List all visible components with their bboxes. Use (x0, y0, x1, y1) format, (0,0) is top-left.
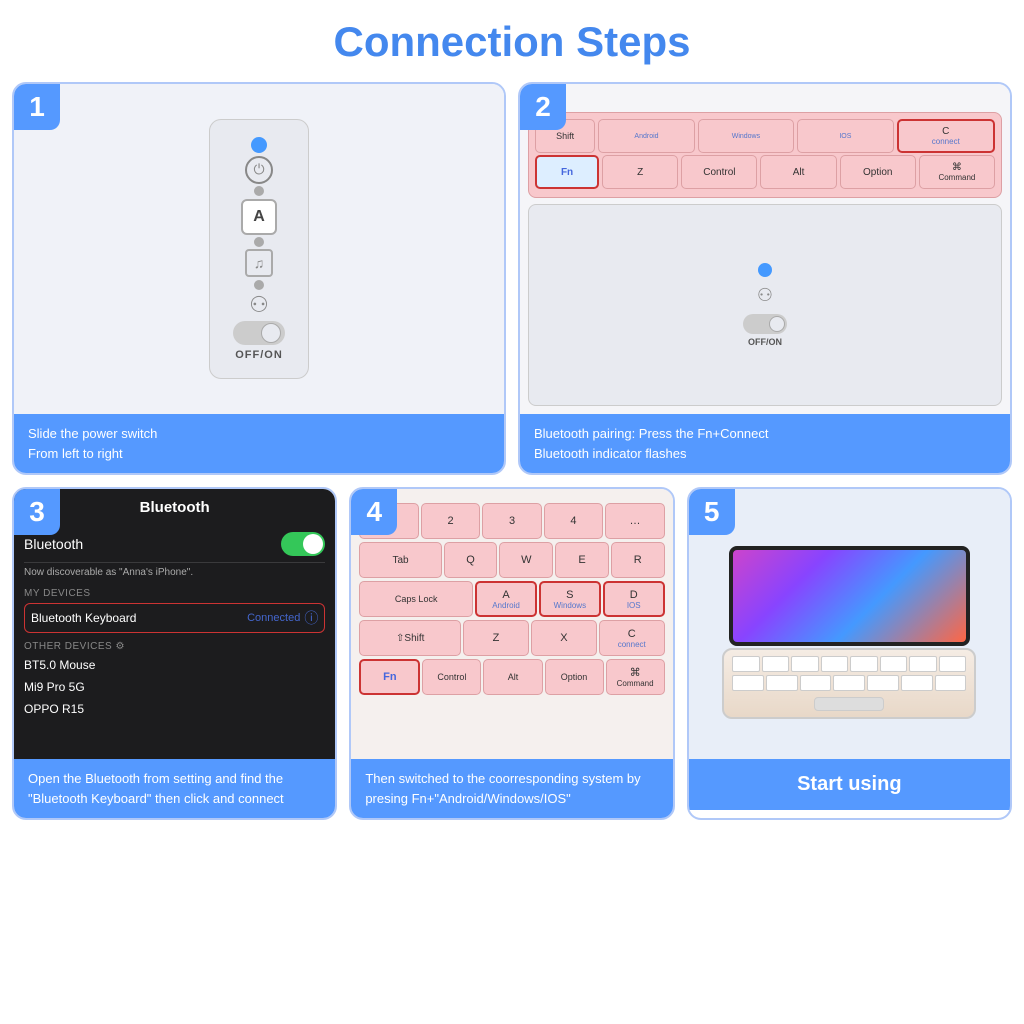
switch-knob-s2 (769, 316, 785, 332)
off-on-label-s2: OFF/ON (748, 337, 782, 347)
step3-caption: Open the Bluetooth from setting and find… (14, 759, 335, 818)
keyboard-side-panel: ⏻ A ♫ ⚇ OFF/ON (209, 119, 309, 379)
keyboard-base (722, 648, 976, 719)
off-on-label: OFF/ON (235, 349, 283, 361)
step-card-1: 1 ⏻ A ♫ ⚇ OFF/ON Slide the power (12, 82, 506, 475)
bt-led-s2 (758, 263, 772, 277)
d-key: D IOS (603, 581, 665, 617)
ios-key-s2: IOS (797, 119, 893, 153)
dot-indicator-1 (254, 186, 264, 196)
info-icon: ⓘ (304, 608, 318, 628)
bt-keyboard-row[interactable]: Bluetooth Keyboard Connected ⓘ (24, 603, 325, 633)
mi9-row[interactable]: Mi9 Pro 5G (24, 676, 325, 698)
r-key: R (611, 542, 665, 578)
power-switch-s2 (743, 314, 787, 334)
dot-indicator-3 (254, 280, 264, 290)
step5-caption: Start using (689, 759, 1010, 810)
option-key-s2: Option (840, 155, 916, 189)
kbd-qwer-row: Tab Q W E R (359, 542, 664, 578)
step-number-5: 5 (689, 489, 735, 535)
option-key-4: Option (545, 659, 604, 695)
step-card-2: 2 Shift Android Windows IOS C connect (518, 82, 1012, 475)
step-number-2: 2 (520, 84, 566, 130)
kbd-row-1 (732, 656, 966, 672)
step-card-4: 4 1 2 3 4 … Tab Q W E R (349, 487, 674, 820)
oppo-row[interactable]: OPPO R15 (24, 698, 325, 720)
android-key-s2: Android (598, 119, 694, 153)
kbd-zxc-row: ⇧Shift Z X C connect (359, 620, 664, 656)
page-title: Connection Steps (0, 0, 1024, 82)
kbd-asd-row: Caps Lock A Android S Windows D IOS (359, 581, 664, 617)
my-devices-header: MY DEVICES (24, 582, 325, 601)
kbd-bottom-row: Fn Control Alt Option ⌘ Command (359, 659, 664, 695)
step1-caption: Slide the power switch From left to righ… (14, 414, 504, 473)
a-button: A (241, 199, 277, 235)
bt-mouse-row[interactable]: BT5.0 Mouse (24, 654, 325, 676)
music-icon: ♫ (245, 249, 273, 277)
step-card-5: 5 (687, 487, 1012, 820)
step2-caption: Bluetooth pairing: Press the Fn+Connect … (520, 414, 1010, 473)
kbd-row-2 (732, 675, 966, 691)
bt-toggle-knob (303, 534, 323, 554)
bt-toggle-row: Bluetooth (24, 526, 325, 563)
kbd-number-row: 1 2 3 4 … (359, 503, 664, 539)
bt-discoverable-text: Now discoverable as "Anna's iPhone". (24, 563, 325, 582)
key-3: 3 (482, 503, 541, 539)
control-key-s2: Control (681, 155, 757, 189)
w-key: W (499, 542, 553, 578)
command-key-s2: ⌘Command (919, 155, 995, 189)
bt-indicator-dot (251, 137, 267, 153)
c-connect-key-s2: C connect (897, 119, 995, 153)
fn-key-s2: Fn (535, 155, 599, 189)
bluetooth-screen: Bluetooth Bluetooth Now discoverable as … (14, 489, 335, 759)
step-number-1: 1 (14, 84, 60, 130)
shift-key-4: ⇧Shift (359, 620, 461, 656)
trackpad-area (814, 697, 884, 711)
tab-key: Tab (359, 542, 441, 578)
loading-spinner: ⚙ (115, 641, 124, 652)
trackpad (732, 694, 966, 711)
key-2: 2 (421, 503, 480, 539)
control-key-4: Control (422, 659, 481, 695)
command-key-4: ⌘ Command (606, 659, 665, 695)
windows-key-s2: Windows (698, 119, 794, 153)
power-button-icon: ⏻ (245, 156, 273, 184)
e-key: E (555, 542, 609, 578)
link-icon-s2: ⚇ (757, 285, 773, 306)
c-key-4: C connect (599, 620, 665, 656)
other-devices-header: OTHER DEVICES ⚙ (24, 635, 325, 654)
power-switch (233, 321, 285, 345)
z-key-s2: Z (602, 155, 678, 189)
step4-caption: Then switched to the coorresponding syst… (351, 759, 672, 818)
s-key: S Windows (539, 581, 601, 617)
z-key-4: Z (463, 620, 529, 656)
caps-lock-key: Caps Lock (359, 581, 473, 617)
bt-toggle-switch[interactable] (281, 532, 325, 556)
step-number-4: 4 (351, 489, 397, 535)
a-key: A Android (475, 581, 537, 617)
step-card-3: 3 Bluetooth Bluetooth Now discoverable a… (12, 487, 337, 820)
dot-indicator-2 (254, 237, 264, 247)
alt-key-s2: Alt (760, 155, 836, 189)
full-keyboard: 1 2 3 4 … Tab Q W E R (351, 489, 672, 703)
alt-key-4: Alt (483, 659, 542, 695)
key-ellipsis: … (605, 503, 664, 539)
bt-screen-header: Bluetooth (24, 499, 325, 516)
step-number-3: 3 (14, 489, 60, 535)
x-key-4: X (531, 620, 597, 656)
tablet-screen (729, 546, 970, 646)
key-4: 4 (544, 503, 603, 539)
fn-key-4: Fn (359, 659, 420, 695)
switch-knob (261, 323, 281, 343)
q-key: Q (444, 542, 498, 578)
link-icon: ⚇ (249, 292, 269, 318)
